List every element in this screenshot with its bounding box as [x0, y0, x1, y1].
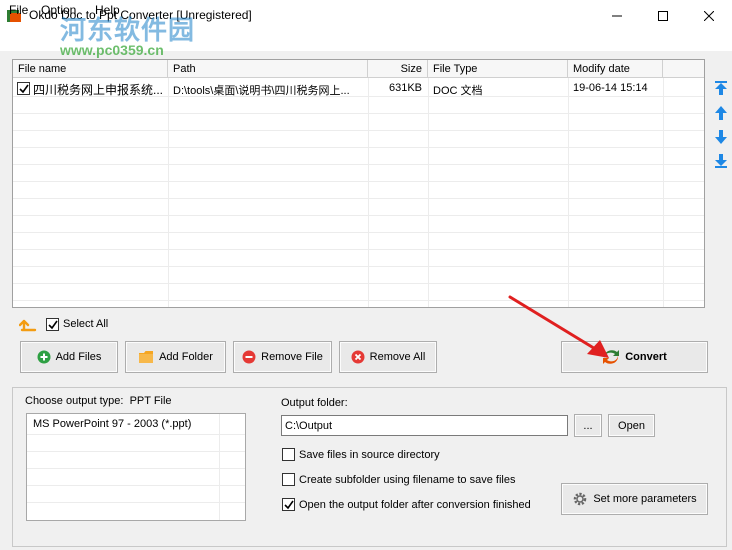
- row-divider: [13, 130, 704, 131]
- close-button[interactable]: [686, 0, 732, 31]
- check-icon: [48, 320, 58, 330]
- column-header-modify-date[interactable]: Modify date: [568, 60, 663, 78]
- output-type-list[interactable]: MS PowerPoint 97 - 2003 (*.ppt): [26, 413, 246, 521]
- move-up-button[interactable]: [713, 105, 729, 121]
- watermark-url: www.pc0359.cn: [60, 42, 164, 58]
- browse-button[interactable]: ...: [574, 414, 602, 437]
- row-divider: [13, 181, 704, 182]
- open-after-checkbox[interactable]: [282, 498, 295, 511]
- list-row-divider: [27, 434, 245, 435]
- move-top-button[interactable]: [713, 80, 729, 96]
- menu-file[interactable]: File: [9, 3, 28, 17]
- cell-file-name: 四川税务网上申报系统...: [33, 83, 164, 97]
- create-subfolder-checkbox[interactable]: [282, 473, 295, 486]
- level-up-arrow-icon: [18, 319, 37, 332]
- set-parameters-label: Set more parameters: [593, 493, 697, 505]
- cell-size: 631KB: [388, 82, 422, 94]
- column-header-path[interactable]: Path: [168, 60, 368, 78]
- create-subfolder-label: Create subfolder using filename to save …: [299, 473, 516, 486]
- remove-file-button[interactable]: Remove File: [233, 341, 332, 373]
- remove-icon: [242, 350, 256, 364]
- output-type-label: Choose output type: PPT File: [25, 395, 172, 407]
- move-down-icon: [715, 130, 727, 144]
- column-header-empty: [663, 60, 704, 78]
- row-divider: [13, 147, 704, 148]
- list-row-divider: [27, 451, 245, 452]
- check-icon: [19, 84, 29, 94]
- row-divider: [13, 232, 704, 233]
- row-divider: [13, 164, 704, 165]
- row-divider: [13, 198, 704, 199]
- convert-label: Convert: [625, 351, 667, 363]
- move-to-bottom-icon: [715, 154, 727, 168]
- row-divider: [13, 113, 704, 114]
- list-row-divider: [27, 502, 245, 503]
- list-row-divider: [27, 468, 245, 469]
- column-header-size[interactable]: Size: [368, 60, 428, 78]
- save-in-source-checkbox[interactable]: [282, 448, 295, 461]
- add-folder-label: Add Folder: [159, 351, 213, 363]
- minimize-button[interactable]: [594, 0, 640, 31]
- output-folder-label: Output folder:: [281, 397, 348, 409]
- create-subfolder-option[interactable]: Create subfolder using filename to save …: [282, 473, 515, 486]
- row-divider: [13, 215, 704, 216]
- open-after-label: Open the output folder after conversion …: [299, 498, 531, 511]
- row-divider: [13, 266, 704, 267]
- column-header-file-type[interactable]: File Type: [428, 60, 568, 78]
- select-all-checkbox[interactable]: [46, 318, 59, 331]
- add-files-label: Add Files: [55, 351, 102, 363]
- open-label: Open: [618, 419, 645, 432]
- list-row-divider: [27, 485, 245, 486]
- set-parameters-button[interactable]: Set more parameters: [561, 483, 708, 515]
- browse-label: ...: [583, 419, 593, 432]
- remove-file-label: Remove File: [261, 351, 323, 363]
- move-to-top-icon: [715, 81, 727, 95]
- minimize-icon: [612, 15, 622, 16]
- open-folder-button[interactable]: Open: [608, 414, 655, 437]
- file-list-table[interactable]: File name Path Size File Type Modify dat…: [12, 59, 705, 308]
- save-in-source-option[interactable]: Save files in source directory: [282, 448, 440, 461]
- add-files-button[interactable]: Add Files: [20, 341, 118, 373]
- check-icon: [284, 500, 294, 510]
- maximize-icon: [658, 10, 668, 21]
- save-in-source-label: Save files in source directory: [299, 448, 440, 461]
- column-header-file-name[interactable]: File name: [13, 60, 168, 78]
- row-divider: [13, 249, 704, 250]
- gear-icon: [574, 492, 587, 506]
- cell-modify-date: 19-06-14 15:14: [573, 82, 648, 94]
- cell-file-type: DOC 文档: [433, 85, 483, 97]
- maximize-button[interactable]: [640, 0, 686, 31]
- add-folder-button[interactable]: Add Folder: [125, 341, 226, 373]
- cell-path: D:\tools\桌面\说明书\四川税务网上...: [173, 85, 350, 97]
- parent-folder-button[interactable]: [18, 316, 37, 332]
- select-all-label: Select All: [63, 318, 109, 330]
- folder-icon: [139, 351, 154, 363]
- open-after-option[interactable]: Open the output folder after conversion …: [282, 498, 531, 511]
- annotation-arrow-icon: [508, 295, 609, 358]
- move-bottom-button[interactable]: [713, 153, 729, 169]
- output-type-option[interactable]: MS PowerPoint 97 - 2003 (*.ppt): [27, 416, 217, 433]
- output-folder-input[interactable]: [281, 415, 568, 436]
- close-icon: [704, 10, 714, 21]
- row-divider: [13, 283, 704, 284]
- row-checkbox[interactable]: [17, 82, 30, 95]
- remove-all-icon: [351, 350, 365, 364]
- remove-all-label: Remove All: [369, 351, 426, 363]
- remove-all-button[interactable]: Remove All: [339, 341, 437, 373]
- move-down-button[interactable]: [713, 129, 729, 145]
- add-icon: [37, 350, 51, 364]
- move-up-icon: [715, 106, 727, 120]
